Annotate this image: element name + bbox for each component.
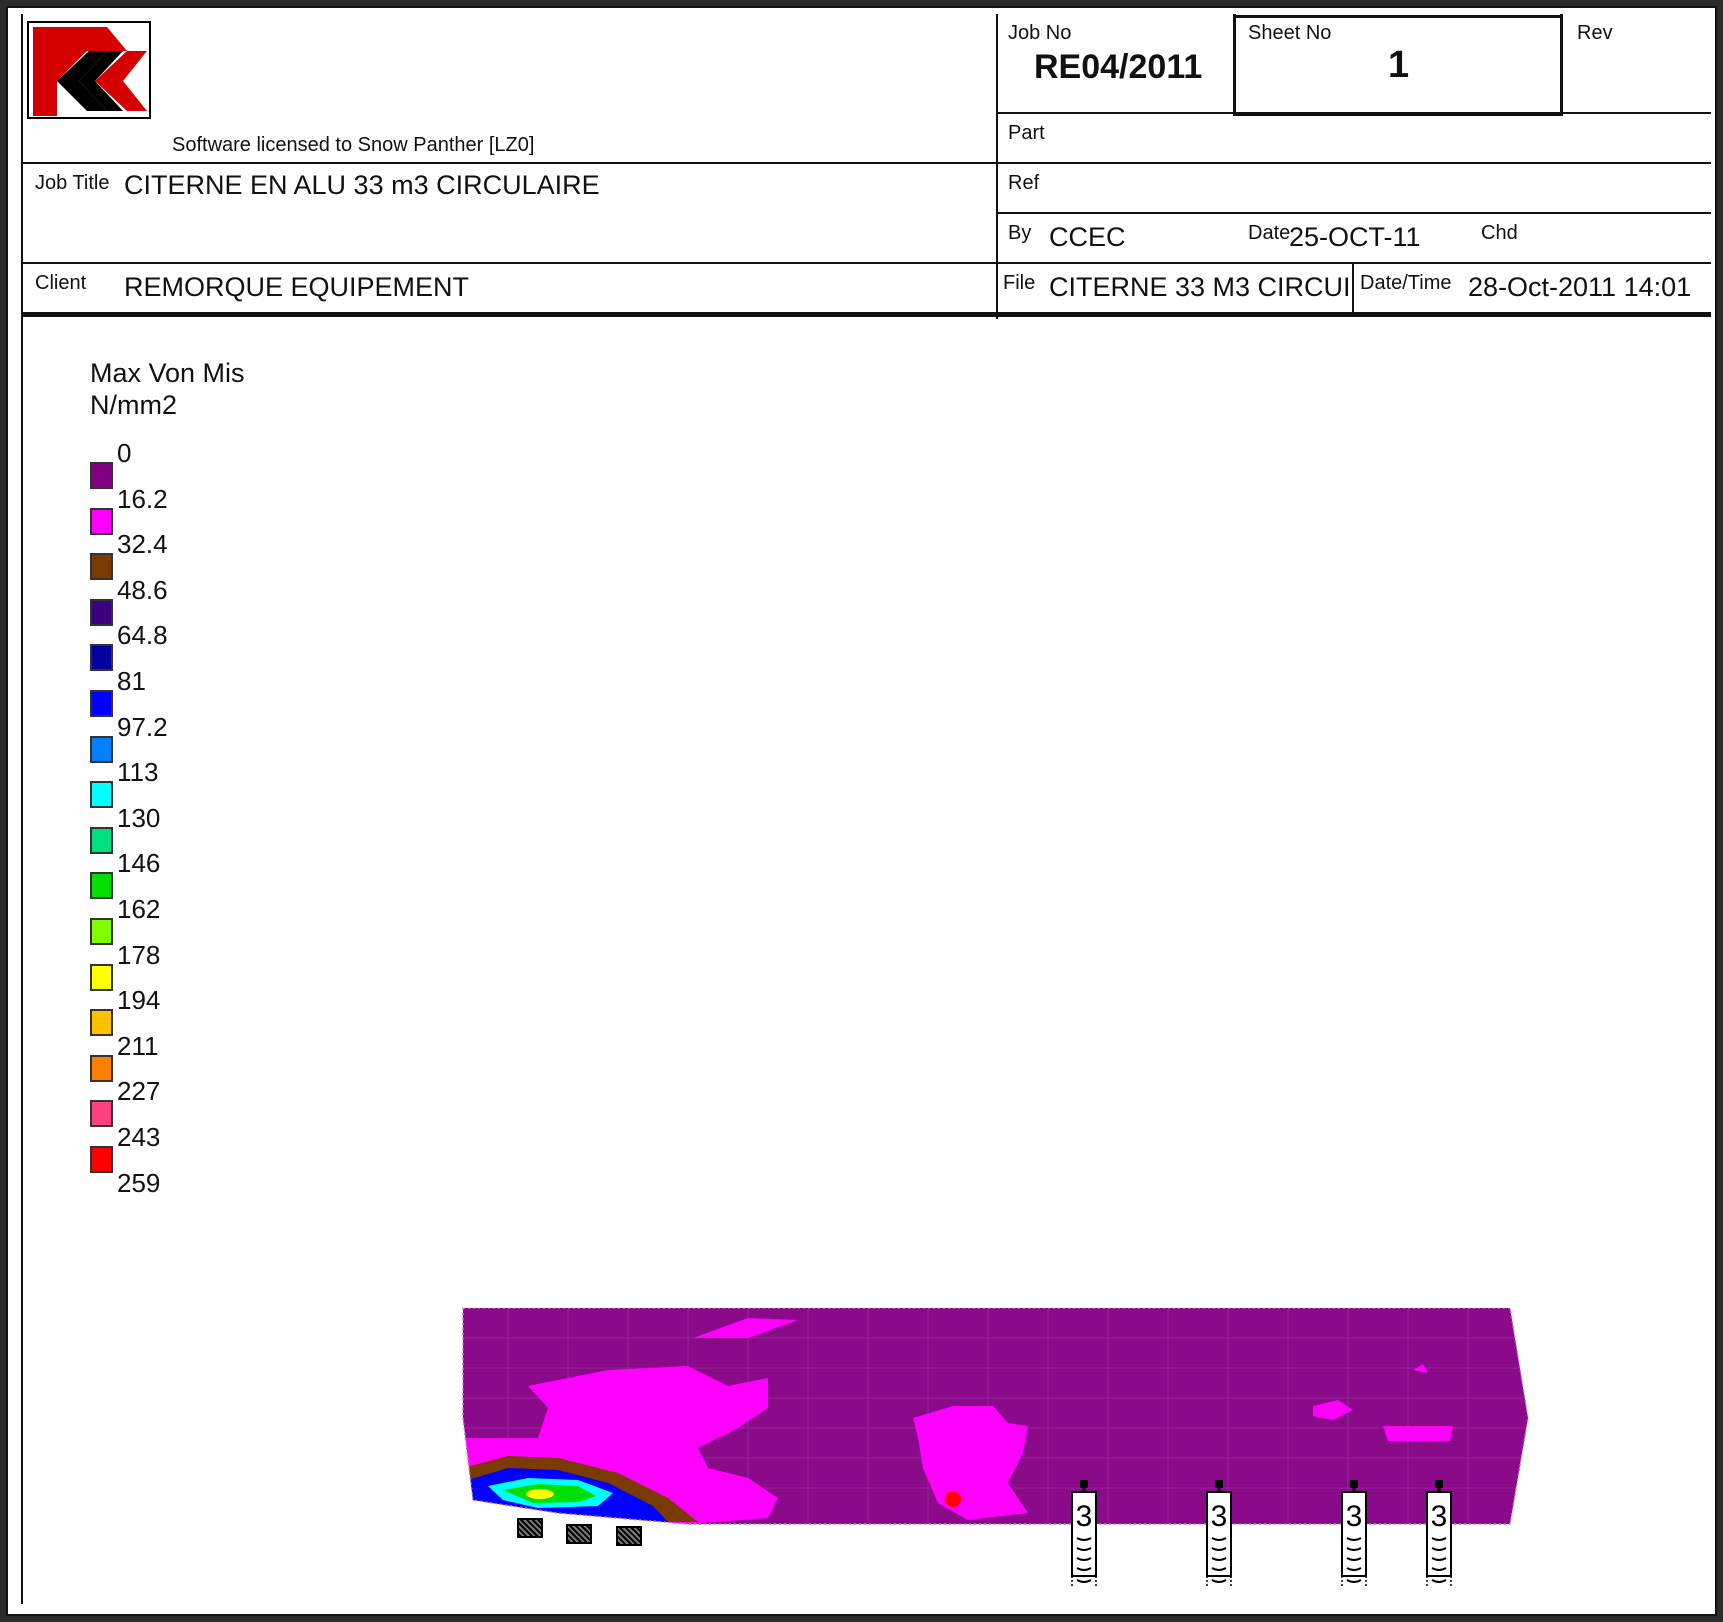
legend-tick-label: 0 bbox=[117, 438, 132, 468]
client-label: Client bbox=[35, 272, 87, 294]
job-no-label: Job No bbox=[1008, 22, 1072, 44]
legend-tick-label: 48.6 bbox=[117, 574, 168, 605]
legend-color-swatch bbox=[90, 1009, 113, 1037]
legend-tick-label: 194 bbox=[117, 985, 161, 1016]
legend-tick-label: 81 bbox=[117, 666, 146, 696]
legend-color-swatch bbox=[90, 507, 113, 535]
by-label: By bbox=[1008, 222, 1032, 244]
spring-support-label: 3 bbox=[1431, 1500, 1448, 1533]
job-title-label: Job Title bbox=[35, 172, 110, 194]
legend-color-swatch bbox=[90, 462, 113, 489]
license-text: Software licensed to Snow Panther [LZ0] bbox=[172, 134, 535, 156]
legend-tick-label: 211 bbox=[117, 1030, 159, 1061]
spring-support: 3 bbox=[1206, 1480, 1232, 1586]
datetime-value: 28-Oct-2011 14:01 bbox=[1468, 272, 1692, 302]
legend-tick-label: 113 bbox=[117, 757, 159, 788]
legend-tick-label: 178 bbox=[117, 939, 161, 970]
spring-support-label: 3 bbox=[1211, 1500, 1228, 1533]
spring-support: 3 bbox=[1426, 1480, 1452, 1586]
job-no-value: RE04/2011 bbox=[1034, 48, 1203, 86]
datetime-label: Date/Time bbox=[1360, 272, 1452, 294]
legend-color-swatch bbox=[90, 598, 113, 626]
spring-support: 3 bbox=[1341, 1480, 1367, 1586]
legend-tick-label: 32.4 bbox=[117, 529, 168, 560]
legend-color-swatch bbox=[90, 553, 113, 581]
legend-color-swatch bbox=[90, 1146, 113, 1173]
legend-color-swatch bbox=[90, 644, 113, 672]
legend-color-swatch bbox=[90, 918, 113, 945]
legend-color-swatch bbox=[90, 826, 113, 854]
legend-tick-label: 64.8 bbox=[117, 620, 168, 651]
fixed-support-3 bbox=[616, 1526, 642, 1546]
legend-color-swatch bbox=[90, 690, 113, 717]
spring-support: 3 bbox=[1071, 1480, 1097, 1586]
date-label: Date bbox=[1248, 222, 1291, 244]
sheet-no-label: Sheet No bbox=[1248, 22, 1332, 44]
legend-color-swatch bbox=[90, 963, 113, 991]
legend-tick-label: 227 bbox=[117, 1076, 161, 1107]
legend-tick-label: 146 bbox=[117, 848, 161, 879]
fixed-support-1 bbox=[517, 1518, 543, 1538]
legend-color-swatch bbox=[90, 781, 113, 809]
legend-color-swatch bbox=[90, 1100, 113, 1128]
legend-tick-label: 243 bbox=[117, 1122, 161, 1152]
company-logo bbox=[27, 21, 151, 119]
legend-tick-label: 162 bbox=[117, 894, 161, 924]
sheet-no-value: 1 bbox=[1388, 44, 1410, 86]
legend-title: Max Von Mis bbox=[90, 358, 245, 388]
job-title-value: CITERNE EN ALU 33 m3 CIRCULAIRE bbox=[124, 170, 600, 200]
legend-tick-label: 16.2 bbox=[117, 483, 168, 514]
spring-support-label: 3 bbox=[1076, 1500, 1093, 1533]
chd-label: Chd bbox=[1481, 222, 1518, 244]
fixed-support-2 bbox=[566, 1524, 592, 1544]
file-value: CITERNE 33 M3 CIRCUI bbox=[1049, 272, 1349, 302]
stress-peak bbox=[526, 1489, 554, 1499]
rev-label: Rev bbox=[1577, 22, 1613, 44]
spring-support-label: 3 bbox=[1346, 1500, 1363, 1533]
legend-unit: N/mm2 bbox=[90, 390, 177, 420]
part-label: Part bbox=[1008, 122, 1045, 144]
red-node-marker bbox=[945, 1491, 961, 1507]
ref-label: Ref bbox=[1008, 172, 1040, 194]
legend-color-swatch bbox=[90, 1054, 113, 1082]
date-value: 25-OCT-11 bbox=[1289, 222, 1421, 252]
report-sheet: Software licensed to Snow Panther [LZ0] … bbox=[6, 6, 1717, 1616]
legend-tick-label: 130 bbox=[117, 802, 161, 833]
high-stress-patch-right-2 bbox=[1383, 1426, 1453, 1441]
legend-tick-label: 259 bbox=[117, 1167, 161, 1198]
legend-color-swatch bbox=[90, 735, 113, 763]
legend-tick-label: 97.2 bbox=[117, 711, 168, 742]
by-value: CCEC bbox=[1049, 222, 1126, 252]
stress-contour-model bbox=[462, 1308, 1529, 1525]
legend-color-swatch bbox=[90, 872, 113, 900]
client-value: REMORQUE EQUIPEMENT bbox=[124, 272, 470, 302]
file-label: File bbox=[1003, 272, 1036, 294]
